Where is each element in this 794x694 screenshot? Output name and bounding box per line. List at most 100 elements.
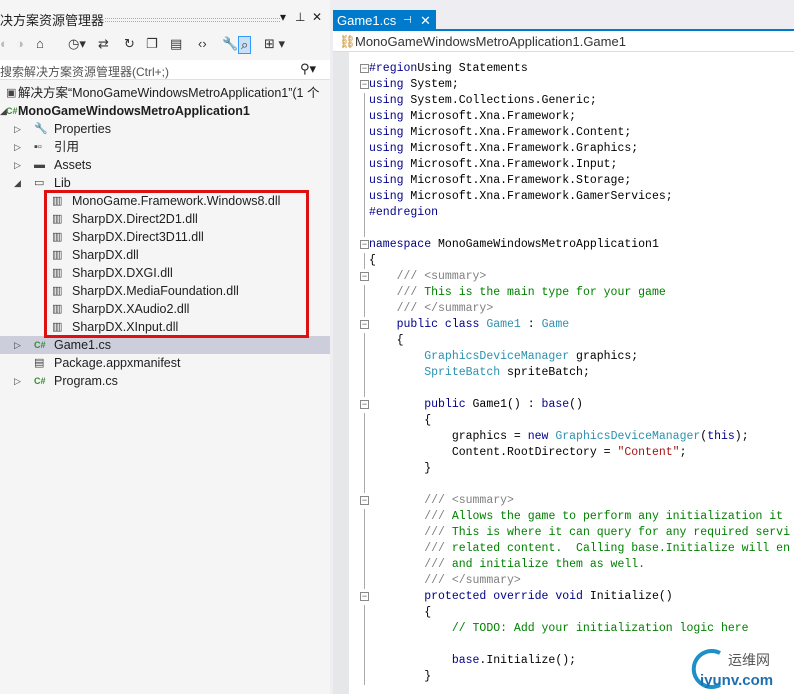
- code-line: graphics = new GraphicsDeviceManager(thi…: [369, 429, 749, 445]
- references-icon: ▪▫: [34, 141, 42, 153]
- forward-icon[interactable]: ◑: [16, 36, 24, 51]
- tab-strip: Game1.cs ⊣ ✕: [333, 0, 794, 31]
- back-icon[interactable]: ◐: [0, 36, 8, 51]
- expand-arrow-icon[interactable]: ▷: [14, 138, 21, 156]
- code-token: using: [369, 174, 404, 187]
- code-token: System.Collections.Generic;: [403, 94, 597, 107]
- tree-item[interactable]: ▷ ▪▫ 引用: [0, 138, 330, 156]
- outline-line: [364, 413, 365, 429]
- code-token: {: [369, 334, 404, 347]
- collapse-toggle-icon[interactable]: −: [360, 320, 369, 329]
- svg-text:运维网: 运维网: [728, 653, 770, 669]
- code-token: // TODO: Add your initialization logic h…: [369, 622, 749, 635]
- outline-line: [364, 125, 365, 141]
- collapse-toggle-icon[interactable]: −: [360, 64, 369, 73]
- code-token: ///: [369, 526, 445, 539]
- collapse-toggle-icon[interactable]: −: [360, 496, 369, 505]
- search-input[interactable]: 搜索解决方案资源管理器(Ctrl+;): [0, 63, 169, 80]
- expand-arrow-icon[interactable]: ▷: [14, 336, 21, 354]
- code-token: Game1: [479, 318, 521, 331]
- code-token: {: [369, 414, 432, 427]
- tree-item[interactable]: ▷ C# Program.cs: [0, 372, 330, 390]
- code-line: /// <summary>: [369, 493, 514, 509]
- tree-item[interactable]: ▣ 解决方案“MonoGameWindowsMetroApplication1”(…: [0, 84, 330, 102]
- tree-item[interactable]: ▷ ▬ Assets: [0, 156, 330, 174]
- code-line: #endregion: [369, 205, 438, 221]
- code-token: SpriteBatch: [369, 366, 501, 379]
- tab-game1-cs[interactable]: Game1.cs ⊣ ✕: [333, 10, 436, 31]
- pending-changes-icon[interactable]: ◷▾: [68, 36, 86, 52]
- collapse-all-icon[interactable]: ❐: [146, 36, 158, 52]
- collapse-arrow-icon[interactable]: ◢: [14, 174, 21, 192]
- code-token: using: [369, 190, 404, 203]
- title-grip[interactable]: [105, 18, 280, 22]
- outline-line: [364, 365, 365, 381]
- preview-selected-icon[interactable]: ⌕: [238, 36, 252, 54]
- collapse-toggle-icon[interactable]: −: [360, 400, 369, 409]
- expand-arrow-icon[interactable]: ▷: [14, 156, 21, 174]
- collapse-toggle-icon[interactable]: −: [360, 592, 369, 601]
- refresh-icon[interactable]: ↻: [124, 36, 135, 52]
- csharp-file-icon: C#: [34, 376, 46, 386]
- navigation-bar[interactable]: ⛓ MonoGameWindowsMetroApplication1.Game1: [333, 31, 794, 52]
- code-token: protected override void: [369, 590, 583, 603]
- code-token: Microsoft.Xna.Framework.Content;: [403, 126, 632, 139]
- code-line: using System;: [369, 77, 459, 93]
- properties-icon[interactable]: 🔧: [222, 36, 238, 52]
- outline-line: [364, 173, 365, 189]
- collapse-toggle-icon[interactable]: −: [360, 240, 369, 249]
- tab-pin-icon[interactable]: ⊣: [403, 10, 412, 31]
- outline-line: [364, 541, 365, 557]
- tab-close-icon[interactable]: ✕: [420, 10, 431, 31]
- code-token: {: [369, 606, 432, 619]
- tree-item-label: 解决方案“MonoGameWindowsMetroApplication1”(1…: [18, 86, 320, 100]
- close-icon[interactable]: ✕: [312, 10, 322, 24]
- outline-line: [364, 445, 365, 461]
- collapse-toggle-icon[interactable]: −: [360, 272, 369, 281]
- outline-line: [364, 653, 365, 669]
- tree-item[interactable]: ▷ 🔧 Properties: [0, 120, 330, 138]
- show-all-files-icon[interactable]: ▤: [170, 36, 182, 52]
- panel-toolbar: ◐ ◑ ⌂ ◷▾ ⇄ ↻ ❐ ▤ ‹› 🔧 ⌕ ⊞ ▾: [0, 34, 330, 56]
- code-line: {: [369, 333, 404, 349]
- dropdown-icon[interactable]: ▾: [280, 10, 286, 24]
- code-token: This is the main type for your game: [417, 286, 666, 299]
- code-token: ///: [369, 542, 445, 555]
- collapse-toggle-icon[interactable]: −: [360, 80, 369, 89]
- class-diagram-icon[interactable]: ⊞ ▾: [264, 36, 285, 52]
- code-line: }: [369, 669, 431, 685]
- code-line: #regionUsing Statements: [369, 61, 528, 77]
- class-icon: ⛓: [339, 34, 356, 49]
- sync-icon[interactable]: ⇄: [98, 36, 109, 52]
- csharp-file-icon: C#: [34, 340, 46, 350]
- code-token: (): [569, 398, 583, 411]
- code-line: /// </summary>: [369, 301, 494, 317]
- tree-item[interactable]: ▷ C# Game1.cs: [0, 336, 330, 354]
- code-line: /// This is where it can query for any r…: [369, 525, 790, 541]
- search-box[interactable]: 搜索解决方案资源管理器(Ctrl+;) ⚲▾: [0, 60, 330, 80]
- home-icon[interactable]: ⌂: [36, 36, 44, 51]
- expand-arrow-icon[interactable]: ▷: [14, 372, 21, 390]
- highlight-box: [44, 190, 309, 338]
- view-code-icon[interactable]: ‹›: [198, 36, 207, 51]
- code-token: /// <summary>: [369, 270, 487, 283]
- code-area[interactable]: #regionUsing Statements − using System; − us…: [349, 52, 794, 694]
- outline-line: [364, 621, 365, 637]
- folder-icon: ▬: [34, 159, 45, 171]
- type-dropdown[interactable]: MonoGameWindowsMetroApplication1.Game1: [355, 31, 626, 52]
- outline-line: [364, 605, 365, 621]
- pin-icon[interactable]: ⊥: [295, 10, 305, 24]
- code-line: using Microsoft.Xna.Framework.Input;: [369, 157, 617, 173]
- tree-item[interactable]: ◢ C# MonoGameWindowsMetroApplication1: [0, 102, 330, 120]
- code-token: Microsoft.Xna.Framework.Input;: [403, 158, 618, 171]
- outline-line: [364, 637, 365, 653]
- search-icon[interactable]: ⚲▾: [300, 61, 316, 77]
- outline-line: [364, 461, 365, 477]
- tree-item[interactable]: ▤ Package.appxmanifest: [0, 354, 330, 372]
- panel-title-bar: 决方案资源管理器 ▾ ⊥ ✕: [0, 10, 330, 28]
- code-token: :: [520, 318, 542, 331]
- expand-arrow-icon[interactable]: ▷: [14, 120, 21, 138]
- code-token: public: [369, 398, 466, 411]
- outline-line: [364, 253, 365, 269]
- outline-line: [364, 525, 365, 541]
